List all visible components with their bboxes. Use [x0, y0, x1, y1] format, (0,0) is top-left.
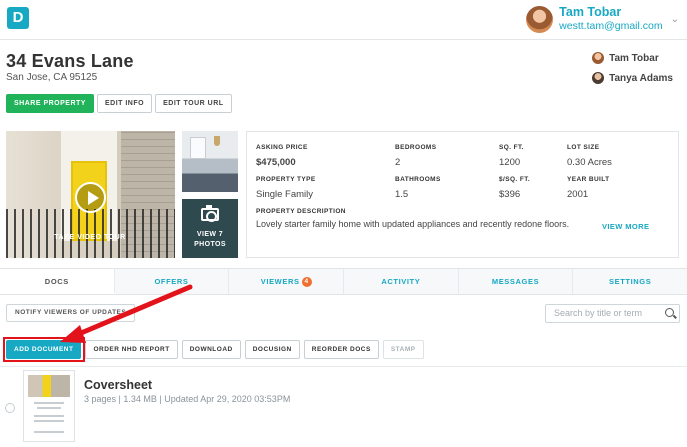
user-name: Tam Tobar	[559, 5, 622, 19]
tab-settings[interactable]: SETTINGS	[573, 269, 687, 294]
asking-price-value: $475,000	[256, 157, 296, 168]
sqft-value: 1200	[499, 157, 521, 168]
tab-label: MESSAGES	[491, 277, 540, 286]
docusign-button[interactable]: DOCUSIGN	[244, 340, 300, 359]
tab-label: SETTINGS	[609, 277, 652, 286]
avatar	[592, 72, 605, 84]
sqft-label: SQ. FT.	[499, 144, 524, 151]
edit-tour-url-button[interactable]: EDIT TOUR URL	[155, 94, 232, 113]
app-logo[interactable]: D	[7, 7, 29, 29]
thumbnail-line	[34, 415, 64, 417]
tab-label: VIEWERS	[260, 277, 300, 286]
camera-icon	[201, 205, 219, 222]
bathrooms-value: 1.5	[395, 189, 409, 200]
user-menu[interactable]: Tam Tobar westt.tam@gmail.com ⌄	[526, 3, 679, 35]
year-built-value: 2001	[567, 189, 589, 200]
search-icon[interactable]	[665, 308, 674, 317]
price-per-sqft-label: $/SQ. FT.	[499, 176, 531, 183]
bedrooms-label: BEDROOMS	[395, 144, 437, 151]
notify-viewers-button[interactable]: NOTIFY VIEWERS OF UPDATES	[6, 304, 136, 322]
year-built-label: YEAR BUILT	[567, 176, 610, 183]
property-details-card: ASKING PRICE $475,000 BEDROOMS 2 SQ. FT.…	[246, 131, 679, 258]
property-tabs: DOCS OFFERS VIEWERS 4 ACTIVITY MESSAGES S…	[0, 268, 687, 295]
highlight-box	[3, 337, 85, 362]
agent-item[interactable]: Tam Tobar	[592, 48, 673, 68]
tab-docs[interactable]: DOCS	[0, 269, 115, 294]
tab-label: DOCS	[44, 277, 69, 286]
tab-label: OFFERS	[154, 277, 189, 286]
stamp-button[interactable]: STAMP	[382, 340, 424, 359]
photo-thumbnail[interactable]	[182, 131, 238, 192]
document-meta: 3 pages | 1.34 MB | Updated Apr 29, 2020…	[84, 394, 291, 404]
tab-viewers[interactable]: VIEWERS 4	[229, 269, 345, 294]
property-type-value: Single Family	[256, 189, 314, 200]
view-more-link[interactable]: VIEW MORE	[602, 222, 649, 231]
download-button[interactable]: DOWNLOAD	[181, 340, 241, 359]
tab-offers[interactable]: OFFERS	[115, 269, 230, 294]
search-input[interactable]: Search by title or term	[545, 304, 680, 323]
kitchen-window	[190, 137, 206, 159]
photos-count-label: VIEW 7	[196, 231, 224, 238]
photos-label: PHOTOS	[194, 241, 226, 248]
select-document-radio[interactable]	[5, 403, 15, 413]
thumbnail-line	[34, 431, 64, 433]
tab-label: ACTIVITY	[381, 277, 421, 286]
top-bar: D Tam Tobar westt.tam@gmail.com ⌄	[0, 0, 687, 40]
property-location: San Jose, CA 95125	[6, 72, 98, 83]
view-photos-button[interactable]: VIEW 7 PHOTOS	[182, 199, 238, 258]
property-description: Lovely starter family home with updated …	[256, 219, 570, 229]
pendant-lamp	[214, 136, 220, 146]
agent-name: Tam Tobar	[609, 52, 659, 64]
document-title[interactable]: Coversheet	[84, 378, 152, 392]
thumbnail-line	[37, 407, 61, 409]
lot-size-label: LOT SIZE	[567, 144, 600, 151]
avatar	[592, 52, 605, 64]
chevron-down-icon[interactable]: ⌄	[671, 14, 679, 25]
property-type-label: PROPERTY TYPE	[256, 176, 316, 183]
asking-price-label: ASKING PRICE	[256, 144, 308, 151]
edit-info-button[interactable]: EDIT INFO	[96, 94, 153, 113]
bedrooms-value: 2	[395, 157, 401, 168]
property-description-label: PROPERTY DESCRIPTION	[256, 208, 346, 215]
share-property-button[interactable]: SHARE PROPERTY	[6, 94, 94, 113]
tab-activity[interactable]: ACTIVITY	[344, 269, 459, 294]
order-nhd-report-button[interactable]: ORDER NHD REPORT	[85, 340, 178, 359]
viewers-count-badge: 4	[301, 277, 312, 287]
user-email: westt.tam@gmail.com	[559, 20, 663, 32]
thumbnail-line	[34, 420, 64, 422]
play-icon[interactable]	[75, 182, 106, 213]
agent-list: Tam Tobar Tanya Adams	[592, 48, 673, 88]
thumbnail-line	[34, 402, 64, 404]
page-title: 34 Evans Lane	[6, 51, 134, 71]
price-per-sqft-value: $396	[499, 189, 521, 200]
avatar	[526, 5, 554, 33]
bathrooms-label: BATHROOMS	[395, 176, 441, 183]
video-tour-caption[interactable]: TAKE VIDEO TOUR	[20, 234, 160, 241]
agent-name: Tanya Adams	[609, 72, 673, 84]
search-placeholder: Search by title or term	[554, 308, 643, 318]
document-thumbnail[interactable]	[23, 370, 75, 442]
reorder-docs-button[interactable]: REORDER DOCS	[303, 340, 379, 359]
tab-messages[interactable]: MESSAGES	[459, 269, 574, 294]
property-actions: SHARE PROPERTY EDIT INFO EDIT TOUR URL	[6, 94, 235, 113]
thumbnail-image	[28, 375, 70, 397]
lot-size-value: 0.30 Acres	[567, 157, 612, 168]
agent-item[interactable]: Tanya Adams	[592, 68, 673, 88]
